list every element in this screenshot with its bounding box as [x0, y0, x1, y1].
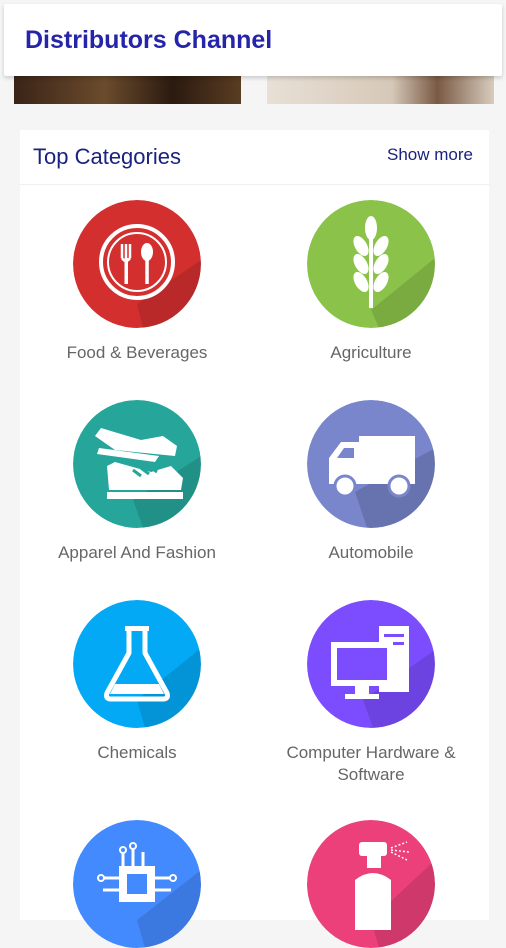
category-label: Apparel And Fashion: [58, 543, 216, 562]
category-label: Automobile: [328, 543, 414, 562]
wheat-icon: [307, 200, 435, 328]
category-label: Food & Beverages: [66, 343, 208, 362]
app-bar: Distributors Channel: [4, 4, 502, 76]
section-heading: Top Categories: [33, 144, 181, 169]
category-label: Agriculture: [330, 343, 412, 362]
banner-image-right[interactable]: [267, 72, 494, 104]
category-label: Computer Hardware & Software: [286, 743, 456, 784]
spray-bottle-icon: [307, 820, 435, 948]
computer-icon: [307, 600, 435, 728]
fork-spoon-icon: [73, 200, 201, 328]
section-header: Top Categories Show more: [20, 130, 489, 185]
shoes-icon: [73, 400, 201, 528]
app-title: Distributors Channel: [25, 26, 273, 54]
category-label: Chemicals: [97, 743, 177, 762]
banner-image-left[interactable]: [14, 72, 241, 104]
show-more-link[interactable]: Show more: [387, 145, 473, 165]
top-categories-card: Top Categories Show more Food & Beverage…: [20, 130, 489, 948]
circuit-chip-icon: [73, 820, 201, 948]
flask-icon: [73, 600, 201, 728]
truck-icon: [307, 400, 435, 528]
